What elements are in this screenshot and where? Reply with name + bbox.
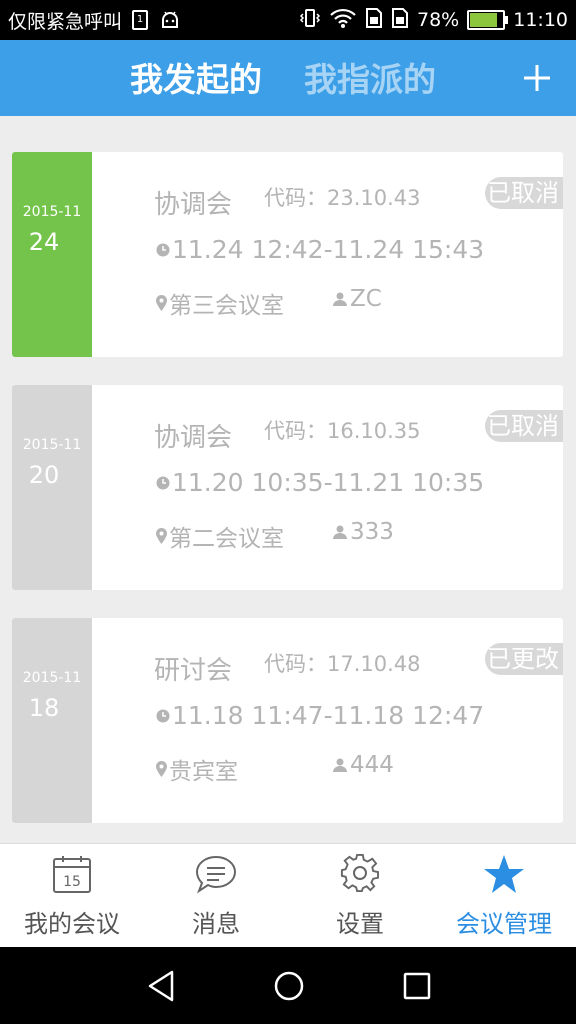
person-icon	[332, 525, 348, 539]
recents-icon[interactable]	[402, 969, 432, 1007]
clock: 11:10	[513, 9, 568, 31]
nav-label: 消息	[192, 910, 240, 938]
battery-percent: 78%	[417, 9, 460, 31]
clock-icon	[156, 709, 170, 723]
person-icon	[332, 292, 348, 306]
meeting-day: 20	[28, 461, 60, 489]
plus-icon	[524, 65, 550, 91]
location-pin-icon	[156, 761, 167, 777]
vibrate-icon	[299, 7, 321, 34]
person-icon	[332, 758, 348, 772]
tab-assigned[interactable]: 我指派的	[304, 40, 436, 116]
nav-label: 会议管理	[456, 910, 552, 938]
meeting-list: 2015-11 24 协调会 代码：23.10.43 已取消 11.24 12:…	[12, 152, 563, 851]
date-block: 2015-11 20	[12, 385, 92, 590]
meeting-day: 18	[28, 694, 60, 722]
meeting-place: 第二会议室	[169, 526, 284, 552]
wifi-icon	[329, 7, 357, 34]
meeting-place: 贵宾室	[169, 759, 238, 785]
nav-label: 设置	[336, 910, 384, 938]
calendar-icon: 15	[52, 854, 92, 898]
android-debug-icon	[160, 11, 180, 29]
header-bar: 我发起的 我指派的	[0, 40, 576, 116]
sim-card-icon	[365, 7, 383, 34]
meeting-code: 代码：16.10.35	[264, 419, 421, 443]
bottom-nav: 15 我的会议 消息 设置 会议管理	[0, 843, 576, 948]
meeting-person: 444	[350, 752, 394, 778]
status-badge: 已更改	[485, 643, 563, 675]
nav-label: 我的会议	[24, 910, 120, 938]
meeting-title: 研讨会	[154, 656, 233, 686]
meeting-card[interactable]: 2015-11 20 协调会 代码：16.10.35 已取消 11.20 10:…	[12, 385, 563, 590]
clock-icon	[156, 476, 170, 490]
meeting-code: 代码：17.10.48	[264, 652, 421, 676]
carrier-text: 仅限紧急呼叫	[8, 10, 123, 33]
calendar-day: 15	[63, 874, 81, 890]
add-meeting-button[interactable]	[520, 58, 554, 98]
status-badge: 已取消	[485, 410, 563, 442]
nav-settings[interactable]: 设置	[288, 844, 432, 948]
meeting-time: 11.20 10:35-11.21 10:35	[172, 468, 485, 497]
nav-messages[interactable]: 消息	[144, 844, 288, 948]
clock-icon	[156, 243, 170, 257]
meeting-card[interactable]: 2015-11 18 研讨会 代码：17.10.48 已更改 11.18 11:…	[12, 618, 563, 823]
system-nav-bar	[0, 947, 576, 1024]
meeting-title: 协调会	[154, 190, 233, 220]
meeting-year-month: 2015-11	[22, 204, 82, 220]
status-badge: 已取消	[485, 177, 563, 209]
date-block: 2015-11 24	[12, 152, 92, 357]
gear-icon	[340, 854, 380, 898]
meeting-year-month: 2015-11	[22, 670, 82, 686]
date-block: 2015-11 18	[12, 618, 92, 823]
home-icon[interactable]	[273, 969, 305, 1007]
meeting-day: 24	[28, 228, 60, 256]
nav-my-meetings[interactable]: 15 我的会议	[0, 844, 144, 948]
message-icon	[194, 854, 238, 898]
meeting-title: 协调会	[154, 423, 233, 453]
meeting-card[interactable]: 2015-11 24 协调会 代码：23.10.43 已取消 11.24 12:…	[12, 152, 563, 357]
star-icon	[483, 854, 525, 898]
battery-icon	[467, 10, 509, 30]
sim-card-icon	[391, 7, 409, 34]
location-pin-icon	[156, 528, 167, 544]
tab-initiated[interactable]: 我发起的	[130, 40, 262, 116]
back-icon[interactable]	[146, 969, 176, 1007]
meeting-time: 11.24 12:42-11.24 15:43	[172, 235, 485, 264]
meeting-place: 第三会议室	[169, 293, 284, 319]
meeting-year-month: 2015-11	[22, 437, 82, 453]
meeting-code: 代码：23.10.43	[264, 186, 421, 210]
meeting-time: 11.18 11:47-11.18 12:47	[172, 701, 485, 730]
status-bar: 仅限紧急呼叫 1 78% 11:10	[0, 0, 576, 40]
meeting-person: ZC	[350, 286, 382, 312]
nav-meeting-management[interactable]: 会议管理	[432, 844, 576, 948]
location-pin-icon	[156, 295, 167, 311]
sim-icon: 1	[132, 10, 149, 30]
meeting-person: 333	[350, 519, 394, 545]
